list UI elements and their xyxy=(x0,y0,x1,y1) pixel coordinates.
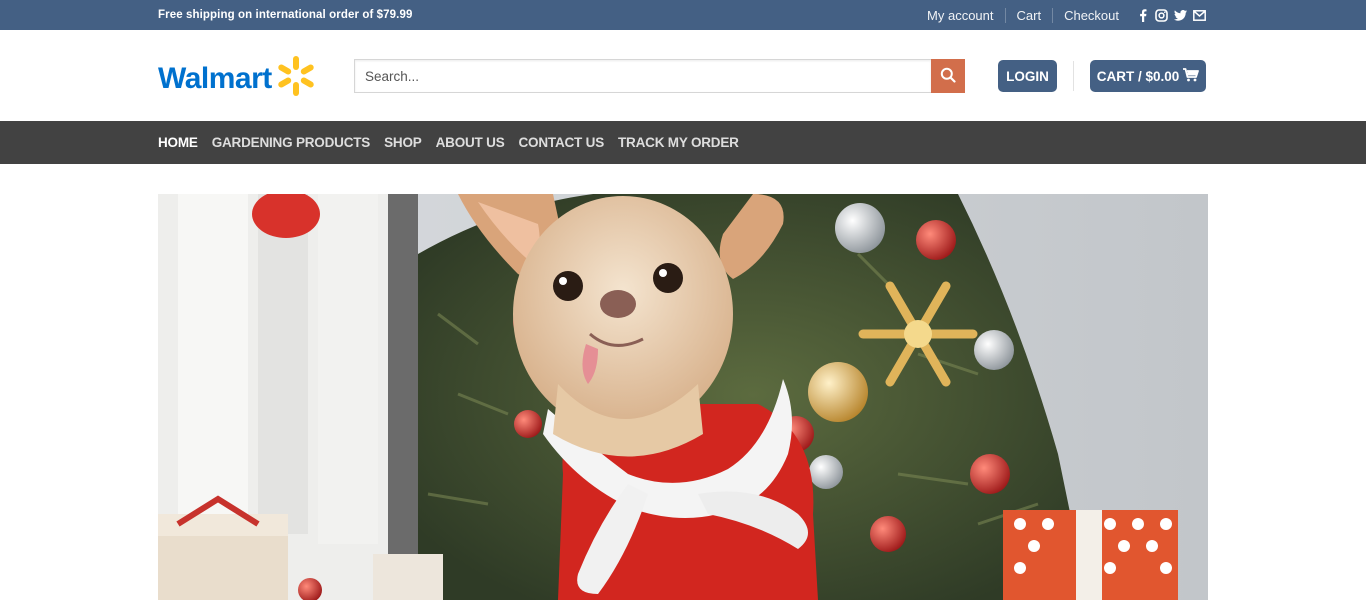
email-icon[interactable] xyxy=(1193,9,1206,22)
cart-link[interactable]: Cart xyxy=(1006,8,1053,23)
search-form xyxy=(354,59,965,93)
search-button[interactable] xyxy=(931,59,965,93)
nav-item-about-us[interactable]: ABOUT US xyxy=(436,135,505,150)
nav-item-contact-us[interactable]: CONTACT US xyxy=(519,135,605,150)
top-bar: Free shipping on international order of … xyxy=(0,0,1366,30)
nav-item-shop[interactable]: SHOP xyxy=(384,135,422,150)
cart-label: CART / $0.00 xyxy=(1096,68,1180,84)
walmart-logo[interactable]: Walmart xyxy=(158,55,316,102)
logo-text: Walmart xyxy=(158,61,272,95)
instagram-icon[interactable] xyxy=(1155,8,1168,22)
cart-button[interactable]: CART / $0.00 xyxy=(1090,60,1206,92)
cart-icon xyxy=(1183,67,1200,85)
shipping-promo: Free shipping on international order of … xyxy=(158,9,413,21)
social-icons xyxy=(1136,8,1206,22)
facebook-icon[interactable] xyxy=(1136,8,1149,22)
nav-item-gardening-products[interactable]: GARDENING PRODUCTS xyxy=(212,135,371,150)
twitter-icon[interactable] xyxy=(1174,9,1187,22)
search-icon xyxy=(940,67,956,86)
my-account-link[interactable]: My account xyxy=(916,8,1004,23)
nav-item-track-my-order[interactable]: TRACK MY ORDER xyxy=(618,135,739,150)
divider xyxy=(1073,61,1074,91)
login-button[interactable]: LOGIN xyxy=(998,60,1057,92)
christmas-dog-photo xyxy=(158,194,1208,600)
site-header: Walmart LOGIN CART / $0.00 xyxy=(0,30,1366,121)
main-nav: HOME GARDENING PRODUCTS SHOP ABOUT US CO… xyxy=(0,121,1366,164)
top-links: My account Cart Checkout xyxy=(916,7,1206,23)
hero-banner-image[interactable] xyxy=(158,194,1208,600)
nav-item-home[interactable]: HOME xyxy=(158,135,198,150)
checkout-link[interactable]: Checkout xyxy=(1053,8,1130,23)
spark-icon xyxy=(276,55,316,102)
search-input[interactable] xyxy=(354,59,931,93)
